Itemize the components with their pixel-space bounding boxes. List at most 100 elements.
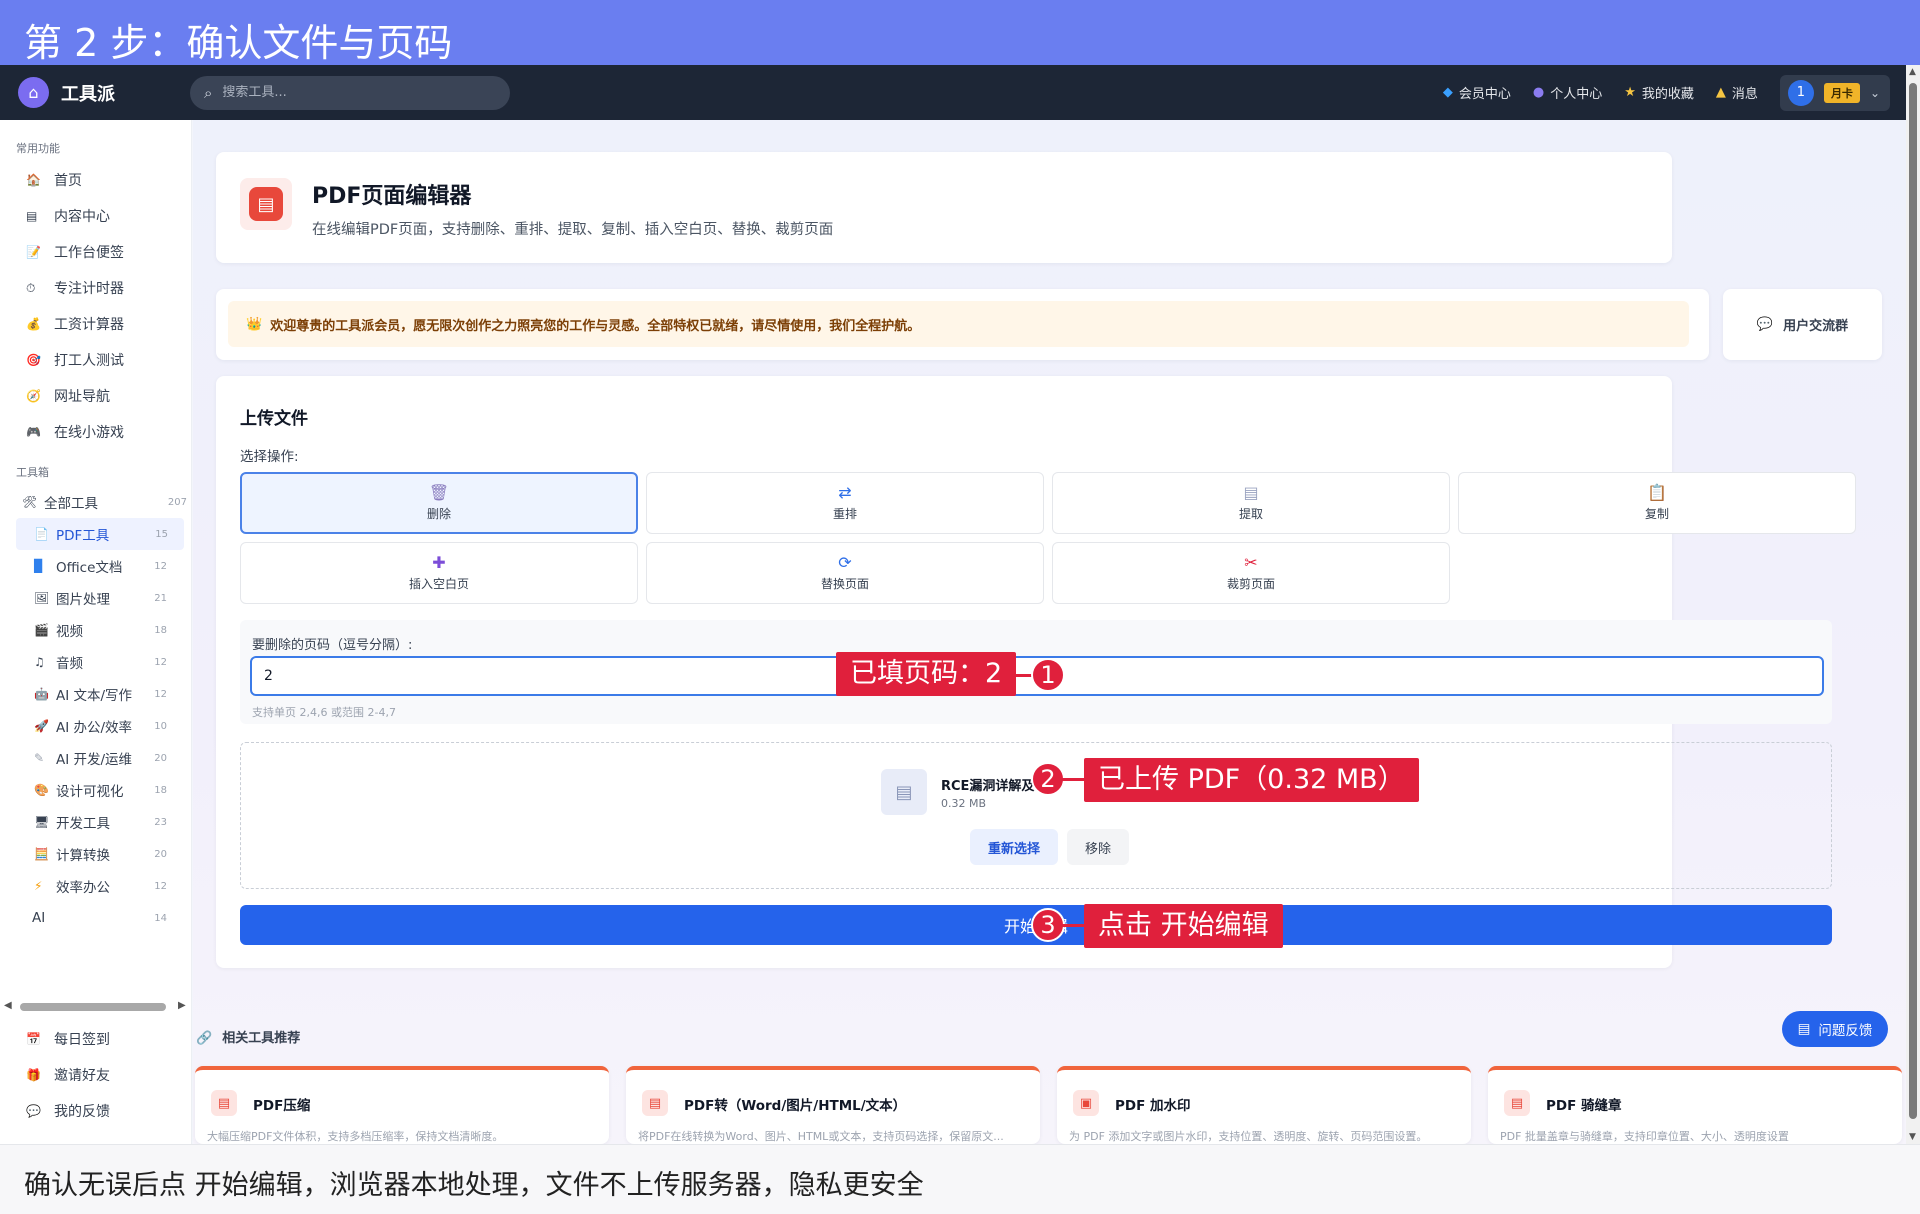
scroll-left-icon[interactable]: ◀: [4, 1000, 12, 1011]
reselect-button[interactable]: 重新选择: [970, 829, 1058, 865]
scroll-down-icon[interactable]: ▼: [1909, 1132, 1916, 1142]
step-banner: 第 2 步：确认文件与页码: [0, 0, 1920, 65]
sidebar-item-ai-dev[interactable]: ✎ AI 开发/运维 20: [0, 742, 191, 774]
sidebar: 常用功能 🏠 首页 ▤ 内容中心 📝 工作台便签 ⏱ 专注计时器 💰 工资计算器 🎯 打工人…: [0, 120, 192, 1144]
sidebar-item-content[interactable]: ▤ 内容中心: [0, 198, 191, 234]
lightning-icon: ⚡: [34, 879, 43, 893]
file-drop-zone[interactable]: ▤ RCE漏洞详解及 0.32 MB 重新选择 移除: [240, 742, 1832, 889]
stamp-icon: ▣: [1073, 1090, 1099, 1116]
page-subtitle: 在线编辑PDF页面，支持删除、重排、提取、复制、插入空白页、替换、裁剪页面: [312, 222, 834, 238]
sidebar-item-devtools[interactable]: 🖥 开发工具 23: [0, 806, 191, 838]
page-title: PDF页面编辑器: [312, 184, 472, 209]
nav-profile[interactable]: ● 个人中心: [1533, 83, 1602, 102]
gift-icon: 🎁: [26, 1068, 41, 1082]
annotation-number-1: 1: [1031, 658, 1065, 692]
sidebar-item-ai[interactable]: AI 14: [0, 902, 191, 934]
diamond-icon: ◆: [1442, 85, 1453, 100]
brand[interactable]: ⌂ 工具派: [18, 77, 190, 108]
member-notice: 👑 欢迎尊贵的工具派会员，愿无限次创作之力照亮您的工作与灵感。全部特权已就绪，请尽…: [228, 301, 1689, 347]
sidebar-item-office[interactable]: ▉ Office文档 12: [0, 550, 191, 582]
sidebar-item-timer[interactable]: ⏱ 专注计时器: [0, 270, 191, 306]
user-icon: ●: [1532, 85, 1545, 100]
bottom-caption: 确认无误后点 开始编辑，浏览器本地处理，文件不上传服务器，隐私更安全: [0, 1144, 1920, 1214]
membership-badge: 月卡: [1823, 82, 1860, 103]
tool-header-card: ▤ PDF页面编辑器 在线编辑PDF页面，支持删除、重排、提取、复制、插入空白页…: [216, 152, 1672, 263]
video-icon: 🎬: [34, 623, 49, 637]
related-card-pdf-watermark[interactable]: ▣ PDF 加水印 为 PDF 添加文字或图片水印，支持位置、透明度、旋转、页码…: [1057, 1066, 1471, 1144]
related-card-pdf-seal[interactable]: ▤ PDF 骑缝章 PDF 批量盖章与骑缝章，支持印章位置、大小、透明度设置: [1488, 1066, 1902, 1144]
op-copy-button[interactable]: 📋 复制: [1458, 472, 1856, 534]
sidebar-horizontal-scrollbar[interactable]: ◀ ▶: [4, 1000, 188, 1014]
op-replace-button[interactable]: ⟳ 替换页面: [646, 542, 1044, 604]
search-box[interactable]: ⌕: [190, 75, 510, 110]
op-crop-button[interactable]: ✂ 裁剪页面: [1052, 542, 1450, 604]
operation-label: 选择操作:: [240, 449, 299, 465]
nav-vip[interactable]: ◆ 会员中心: [1443, 83, 1511, 102]
pages-label: 要删除的页码（逗号分隔）:: [252, 638, 413, 653]
sidebar-item-pdf[interactable]: 📄 PDF工具 15: [16, 518, 184, 550]
scroll-up-icon[interactable]: ▲: [1909, 67, 1916, 77]
document-icon: ▤: [249, 187, 283, 221]
pdf-icon: ▤: [642, 1090, 668, 1116]
sidebar-item-games[interactable]: 🎮 在线小游戏: [0, 414, 191, 450]
annotation-file-uploaded: 已上传 PDF（0.32 MB）: [1084, 758, 1419, 802]
remove-button[interactable]: 移除: [1067, 829, 1129, 865]
related-card-pdf-convert[interactable]: ▤ PDF转（Word/图片/HTML/文本） 将PDF在线转换为Word、图片…: [626, 1066, 1040, 1144]
shuffle-icon: ⇄: [838, 483, 852, 502]
user-group-button[interactable]: 💬 用户交流群: [1723, 289, 1882, 360]
scroll-right-icon[interactable]: ▶: [178, 1000, 186, 1011]
search-icon: ⌕: [204, 83, 213, 102]
sidebar-item-ai-office[interactable]: 🚀 AI 办公/效率 10: [0, 710, 191, 742]
op-delete-button[interactable]: 🗑 删除: [240, 472, 638, 534]
sidebar-item-checkin[interactable]: 📅 每日签到: [0, 1021, 192, 1057]
sidebar-item-test[interactable]: 🎯 打工人测试: [0, 342, 191, 378]
sidebar-item-home[interactable]: 🏠 首页: [0, 162, 191, 198]
content-icon: ▤: [26, 209, 38, 223]
clipboard-icon: 📋: [1647, 483, 1667, 502]
upload-title: 上传文件: [240, 409, 308, 429]
file-size: 0.32 MB: [941, 797, 987, 810]
avatar: 1: [1787, 79, 1814, 106]
sidebar-item-notes[interactable]: 📝 工作台便签: [0, 234, 191, 270]
scrollbar-thumb[interactable]: [1909, 83, 1917, 1119]
file-icon: ▤: [1243, 483, 1259, 502]
rocket-icon: 🚀: [34, 719, 49, 733]
sidebar-item-audio[interactable]: ♫ 音频 12: [0, 646, 191, 678]
sidebar-item-invite[interactable]: 🎁 邀请好友: [0, 1057, 192, 1093]
nav-right: ◆ 会员中心 ● 个人中心 ★ 我的收藏 ▲ 消息 1 月卡 ⌄: [1421, 74, 1890, 111]
sidebar-item-salary[interactable]: 💰 工资计算器: [0, 306, 191, 342]
sidebar-item-video[interactable]: 🎬 视频 18: [0, 614, 191, 646]
sidebar-item-design[interactable]: 🎨 设计可视化 18: [0, 774, 191, 806]
search-input[interactable]: [222, 85, 473, 100]
sidebar-item-all-tools[interactable]: 🛠 全部工具 207: [0, 486, 191, 518]
sidebar-item-nav[interactable]: 🧭 网址导航: [0, 378, 191, 414]
op-reorder-button[interactable]: ⇄ 重排: [646, 472, 1044, 534]
sidebar-item-efficiency[interactable]: ⚡ 效率办公 12: [0, 870, 191, 902]
related-tools-title: 🔗 相关工具推荐: [196, 1031, 301, 1046]
pdf-icon: 📄: [34, 527, 49, 541]
image-icon: 🖼: [34, 591, 50, 605]
gamepad-icon: 🎮: [26, 425, 41, 439]
sidebar-item-ai-writing[interactable]: 🤖 AI 文本/写作 12: [0, 678, 191, 710]
sidebar-item-image[interactable]: 🖼 图片处理 21: [0, 582, 191, 614]
feedback-button[interactable]: ▤ 问题反馈: [1782, 1011, 1888, 1047]
music-icon: ♫: [34, 655, 45, 669]
annotation-click-start: 点击 开始编辑: [1084, 904, 1283, 948]
sidebar-item-calc[interactable]: 🧮 计算转换 20: [0, 838, 191, 870]
related-card-pdf-compress[interactable]: ▤ PDF压缩 大幅压缩PDF文件体积，支持多档压缩率，保持文档清晰度。: [195, 1066, 609, 1144]
op-insert-blank-button[interactable]: ✚ 插入空白页: [240, 542, 638, 604]
abacus-icon: 🧮: [34, 847, 49, 861]
scrollbar-thumb[interactable]: [20, 1003, 166, 1011]
pdf-editor-icon: ▤: [240, 178, 292, 230]
user-menu[interactable]: 1 月卡 ⌄: [1779, 74, 1890, 111]
op-extract-button[interactable]: ▤ 提取: [1052, 472, 1450, 534]
nav-messages[interactable]: ▲ 消息: [1716, 83, 1758, 102]
sidebar-item-feedback[interactable]: 💬 我的反馈: [0, 1093, 192, 1129]
vertical-scrollbar[interactable]: ▲ ▼: [1906, 65, 1920, 1144]
bell-icon: ▲: [1715, 85, 1726, 100]
nav-favorites[interactable]: ★ 我的收藏: [1624, 83, 1694, 102]
palette-icon: 🎨: [34, 783, 49, 797]
file-name: RCE漏洞详解及: [941, 779, 1035, 794]
monitor-icon: 🖥: [34, 815, 50, 829]
trash-icon: 🗑: [428, 483, 450, 502]
